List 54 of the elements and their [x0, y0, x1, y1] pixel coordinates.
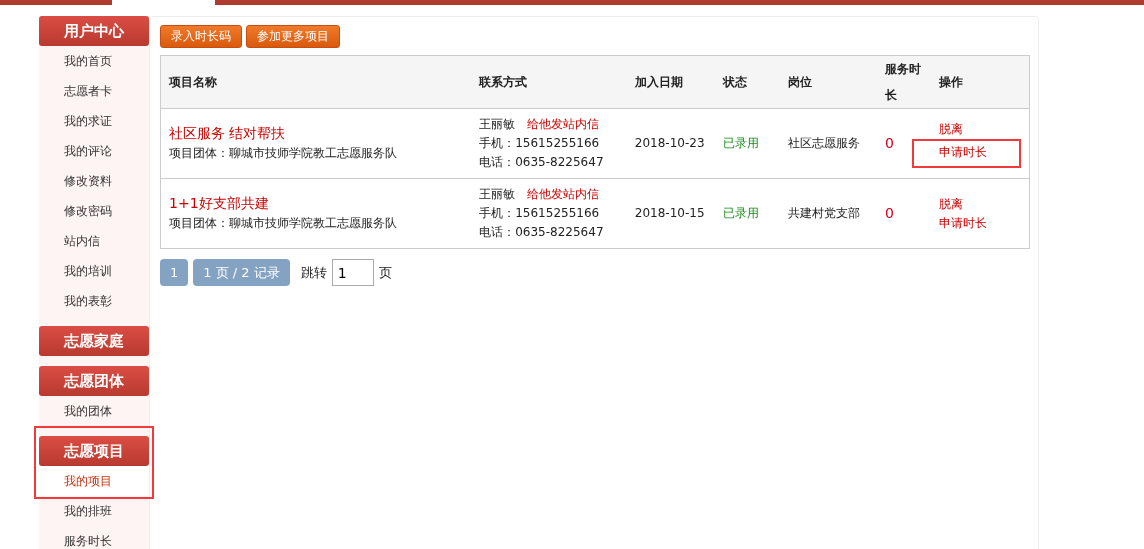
sidebar-header[interactable]: 用户中心: [39, 16, 149, 46]
sidebar-item[interactable]: 志愿者卡: [39, 76, 149, 106]
page-summary: 1 页 / 2 记录: [193, 259, 290, 286]
column-header: 加入日期: [626, 55, 715, 109]
column-header: 状态: [714, 55, 781, 109]
mobile-number: 手机：15615255166: [479, 135, 601, 152]
message-link[interactable]: 给他发站内信: [527, 115, 600, 134]
contact-name: 王丽敏: [479, 116, 516, 133]
project-link[interactable]: 社区服务 结对帮扶: [169, 125, 286, 141]
sidebar-item[interactable]: 我的表彰: [39, 286, 149, 316]
project-team: 项目团体：聊城市技师学院教工志愿服务队: [169, 145, 398, 162]
message-link[interactable]: 给他发站内信: [527, 185, 600, 204]
phone-number: 电话：0635-8225647: [479, 154, 605, 171]
sidebar-item[interactable]: 我的培训: [39, 256, 149, 286]
column-header: 项目名称: [160, 55, 472, 109]
position-text: 社区志愿服务: [788, 135, 862, 152]
action-link[interactable]: 申请时长: [939, 213, 987, 233]
phone-number: 电话：0635-8225647: [479, 224, 605, 241]
sidebar-item[interactable]: 我的求证: [39, 106, 149, 136]
toolbar-button[interactable]: 参加更多项目: [246, 25, 340, 48]
contact-name: 王丽敏: [479, 186, 516, 203]
sidebar-item[interactable]: 我的首页: [39, 46, 149, 76]
column-header: 岗位: [780, 55, 877, 109]
project-team: 项目团体：聊城市技师学院教工志愿服务队: [169, 215, 398, 232]
column-header: 操作: [931, 55, 1030, 109]
sidebar-item[interactable]: 我的排班: [39, 496, 149, 526]
column-header: 服务时长: [877, 55, 931, 109]
join-date: 2018-10-23: [634, 135, 706, 152]
sidebar-item[interactable]: 服务时长: [39, 526, 149, 549]
status-text: 已录用: [722, 135, 760, 152]
toolbar-button[interactable]: 录入时长码: [160, 25, 242, 48]
sidebar-header[interactable]: 志愿团体: [39, 366, 149, 396]
sidebar-header[interactable]: 志愿项目: [39, 436, 149, 466]
sidebar-item[interactable]: 我的项目: [39, 466, 149, 496]
join-date: 2018-10-15: [634, 205, 706, 222]
page-input[interactable]: 1: [331, 259, 374, 286]
sidebar-item[interactable]: 修改密码: [39, 196, 149, 226]
sidebar-item[interactable]: 站内信: [39, 226, 149, 256]
service-hours: 0: [885, 134, 895, 153]
sidebar-item[interactable]: 我的团体: [39, 396, 149, 426]
sidebar-item[interactable]: 修改资料: [39, 166, 149, 196]
position-text: 共建村党支部: [788, 205, 862, 222]
sidebar-item[interactable]: 我的评论: [39, 136, 149, 166]
action-link[interactable]: 脱离: [939, 194, 963, 214]
project-link[interactable]: 1+1好支部共建: [169, 195, 269, 211]
column-header: 联系方式: [471, 55, 627, 109]
service-hours: 0: [885, 204, 895, 223]
action-link[interactable]: 脱离: [939, 119, 963, 139]
status-text: 已录用: [722, 205, 760, 222]
action-link[interactable]: 申请时长: [912, 138, 1021, 168]
sidebar-header[interactable]: 志愿家庭: [39, 326, 149, 356]
page-unit: 页: [378, 263, 392, 282]
mobile-number: 手机：15615255166: [479, 205, 601, 222]
jump-label: 跳转: [300, 263, 327, 282]
